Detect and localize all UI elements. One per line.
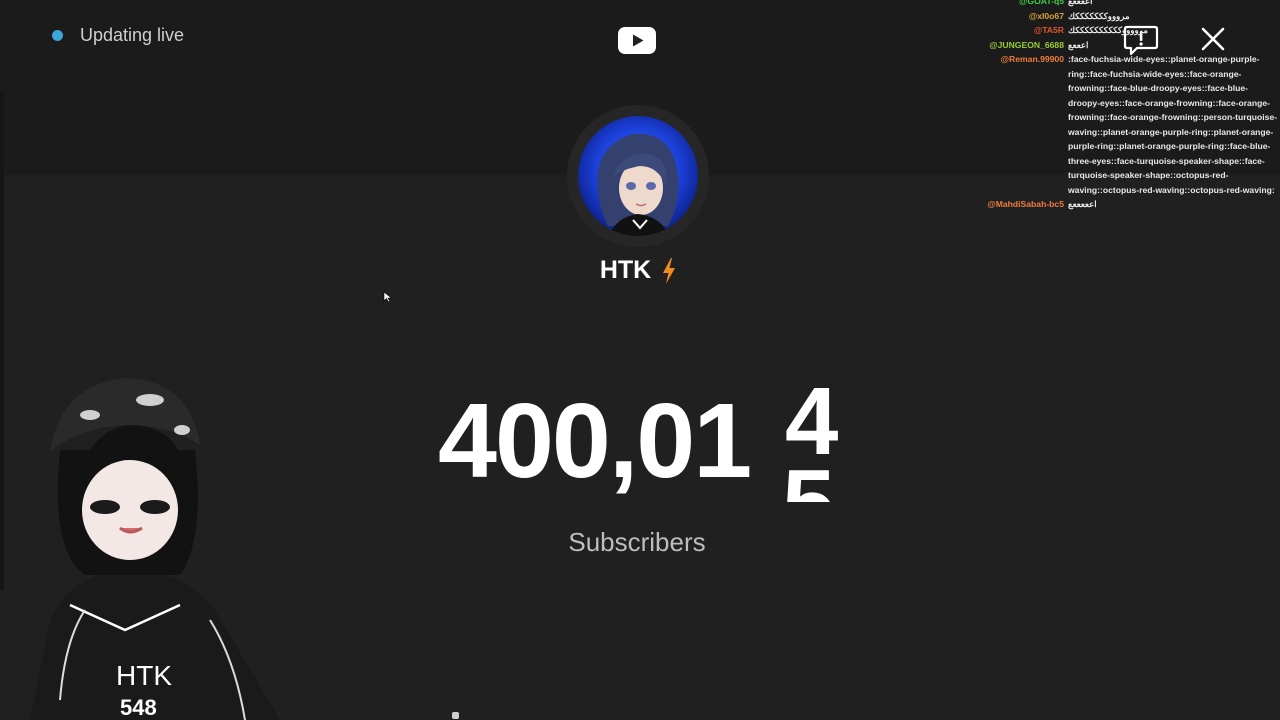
live-dot-icon	[52, 30, 63, 41]
chat-text: اعععع	[1068, 39, 1089, 50]
chat-author: @xl0o67	[1028, 10, 1064, 21]
chat-message: @xl0o67 مروووكككككككك	[960, 9, 1278, 24]
subscriber-counter: 400,01 4 5	[430, 380, 850, 502]
chat-author: @GOAT-q5	[1019, 0, 1064, 6]
chat-message: @GOAT-q5 اععععع	[960, 0, 1278, 9]
chat-text: مروووكككككككك	[1068, 10, 1130, 21]
subscriber-count-fixed: 400,01	[438, 382, 752, 500]
chat-text: اععععع	[1068, 0, 1093, 6]
youtube-logo-icon[interactable]	[618, 27, 656, 54]
channel-avatar[interactable]	[578, 116, 698, 236]
channel-name: HTK	[0, 256, 1276, 285]
chat-author: @JUNGEON_6688	[989, 39, 1064, 50]
chat-text: مرووووككككككككككك	[1068, 25, 1148, 35]
chat-message: @JUNGEON_6688 اعععع	[960, 38, 1278, 53]
chat-author: @MahdiSabah-bc5	[987, 199, 1064, 209]
live-status-label: Updating live	[80, 25, 185, 45]
live-status: Updating live	[52, 25, 184, 46]
scroll-indicator	[452, 712, 459, 719]
chat-message: @Reman.99900 :face-fuchsia-wide-eyes::pl…	[960, 52, 1278, 197]
chat-author: @Reman.99900	[1000, 54, 1064, 64]
chat-text: اعععععع	[1068, 199, 1097, 209]
chat-message: @MahdiSabah-bc5 اعععععع	[960, 197, 1278, 212]
mouse-cursor-icon	[383, 291, 393, 303]
chat-author: @TA5R	[1033, 25, 1064, 35]
vtuber-hoodie-text: HTK	[116, 660, 172, 691]
vtuber-avatar-overlay: HTK 548	[30, 378, 280, 720]
vtuber-hoodie-number: 548	[120, 695, 157, 720]
chat-text: :face-fuchsia-wide-eyes::planet-orange-p…	[1068, 54, 1278, 195]
subscriber-rolling-digit-in: 5	[782, 454, 835, 503]
live-chat-overlay: @GOAT-q5 اععععع @xl0o67 مروووكككككككك @T…	[960, 0, 1278, 212]
left-edge-strip	[0, 90, 4, 590]
channel-name-text: HTK	[599, 256, 652, 284]
lightning-bolt-icon	[663, 258, 676, 285]
chat-message: @TA5R مرووووككككككككككك	[960, 23, 1278, 38]
